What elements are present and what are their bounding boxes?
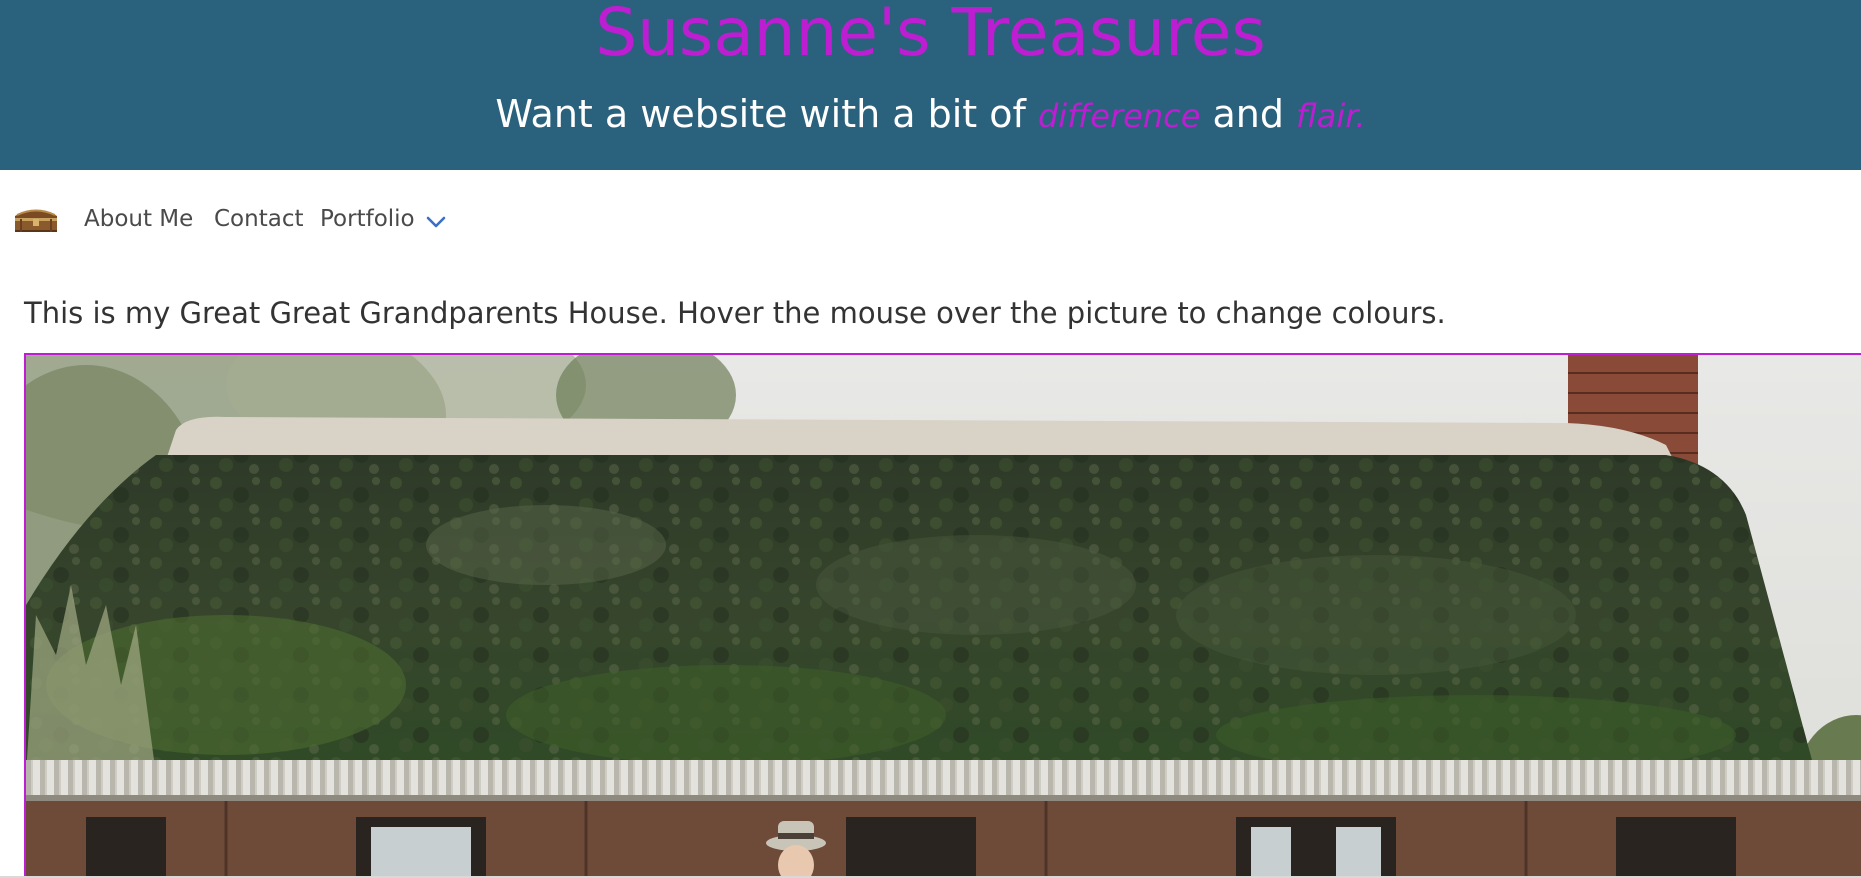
treasure-chest-icon[interactable]: [12, 204, 60, 234]
main-navbar: About Me Contact Portfolio: [0, 170, 1861, 274]
site-title: Susanne's Treasures: [595, 0, 1266, 71]
nav-portfolio[interactable]: Portfolio: [320, 206, 415, 232]
nav-about-me[interactable]: About Me: [84, 206, 193, 232]
house-photo[interactable]: [24, 353, 1861, 878]
tagline: Want a website with a bit of difference …: [0, 92, 1861, 136]
tagline-accent-flair: flair.: [1296, 97, 1366, 135]
intro-text: This is my Great Great Grandparents Hous…: [24, 296, 1446, 330]
house-photo-image: [26, 355, 1861, 878]
tagline-accent-difference: difference: [1037, 97, 1201, 135]
site-header-banner: Susanne's Treasures Want a website with …: [0, 0, 1861, 170]
tagline-start: Want a website with a bit of: [495, 92, 1038, 136]
chevron-down-icon[interactable]: [424, 214, 448, 230]
nav-contact[interactable]: Contact: [214, 206, 303, 232]
tagline-middle: and: [1200, 92, 1297, 136]
